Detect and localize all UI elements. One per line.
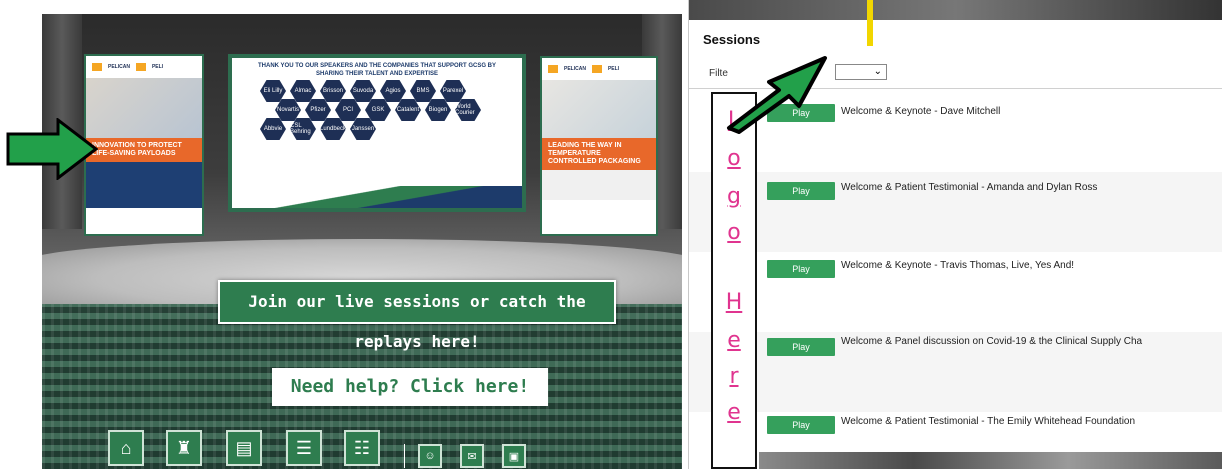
sponsor-hex: Biogen — [425, 99, 451, 121]
panel-top-strip — [689, 0, 1222, 20]
logo-letter: e — [727, 328, 741, 353]
sponsor-hex: CSL Behring — [290, 118, 316, 140]
sponsor-screen-content: THANK YOU TO OUR SPEAKERS AND THE COMPAN… — [232, 58, 522, 208]
people-icon[interactable]: ☺ — [418, 444, 442, 468]
sponsor-hex: Lundbeck — [320, 118, 346, 140]
bottom-nav-bar: ⌂ ♜ ▤ ☰ ☷ ☺ ✉ ▣ — [108, 430, 668, 469]
logo-letter: o — [727, 146, 741, 171]
peli-logo-icon — [591, 65, 602, 73]
session-title: Welcome & Panel discussion on Covid-19 &… — [841, 336, 1143, 347]
sponsor-hex: Brisson — [320, 80, 346, 102]
session-row: Play Welcome & Panel discussion on Covid… — [689, 332, 1222, 412]
sponsor-hex: Suvoda — [350, 80, 376, 102]
auditorium-icon[interactable]: ♜ — [166, 430, 202, 466]
sponsor-hex: BMS — [410, 80, 436, 102]
pelican-logo-icon — [548, 65, 558, 73]
yellow-marker — [867, 0, 873, 46]
session-title: Welcome & Patient Testimonial - The Emil… — [841, 416, 1136, 427]
chevron-down-icon: ⌄ — [873, 66, 882, 77]
sessions-panel: Sessions Filte ⌄ Play Welcome & Keynote … — [688, 0, 1222, 469]
play-button[interactable]: Play — [767, 182, 835, 200]
banner-product-boxes — [542, 170, 656, 200]
sponsor-hex: Novartis — [275, 99, 301, 121]
green-arrow-right-icon — [727, 56, 827, 134]
session-row: Play Welcome & Patient Testimonial - The… — [689, 412, 1222, 452]
peli-logo-icon — [135, 63, 146, 71]
library-icon[interactable]: ☰ — [286, 430, 322, 466]
sponsor-hex: Janssen — [350, 118, 376, 140]
panel-bottom-strip — [759, 452, 1222, 469]
play-button[interactable]: Play — [767, 416, 835, 434]
sponsor-hex: Agios — [380, 80, 406, 102]
sponsor-hex: Abbvie — [260, 118, 286, 140]
session-row: Play Welcome & Keynote - Travis Thomas, … — [689, 252, 1222, 332]
banner-brand-1: PELICAN — [564, 66, 586, 72]
pelican-logo-icon — [92, 63, 102, 71]
banner-brand-2: PELI — [151, 64, 164, 70]
sponsor-hex: GSK — [365, 99, 391, 121]
sponsor-hex: Pfizer — [305, 99, 331, 121]
sponsor-hex: Parexel — [440, 80, 466, 102]
logo-letter: r — [729, 364, 739, 389]
sponsor-hex: Eli Lilly — [260, 80, 286, 102]
sessions-title: Sessions — [703, 32, 761, 47]
logo-letter: e — [727, 400, 741, 425]
briefcase-icon[interactable]: ▣ — [502, 444, 526, 468]
exhibit-icon[interactable]: ▤ — [226, 430, 262, 466]
networking-icon[interactable]: ☷ — [344, 430, 380, 466]
banner-tagline: LEADING THE WAY IN TEMPERATURE CONTROLLE… — [542, 138, 656, 170]
left-sponsor-banner[interactable]: PELICAN PELI INNOVATION TO PROTECT LIFE-… — [84, 54, 204, 236]
play-button[interactable]: Play — [767, 338, 835, 356]
banner-brand-1: PELICAN — [108, 64, 130, 70]
banner-brand-2: PELI — [607, 66, 620, 72]
right-sponsor-banner[interactable]: PELICAN PELI LEADING THE WAY IN TEMPERAT… — [540, 56, 658, 236]
session-title: Welcome & Keynote - Travis Thomas, Live,… — [841, 260, 1075, 271]
logo-placeholder: L o g o H e r e — [711, 92, 757, 469]
banner-photo — [86, 78, 202, 138]
home-icon[interactable]: ⌂ — [108, 430, 144, 466]
sponsor-hex: World Courier — [455, 99, 481, 121]
banner-tagline: INNOVATION TO PROTECT LIFE-SAVING PAYLOA… — [86, 138, 202, 162]
sponsor-hex: Almac — [290, 80, 316, 102]
filter-dropdown[interactable]: ⌄ — [835, 64, 887, 80]
logo-letter: H — [725, 290, 743, 315]
session-title: Welcome & Keynote - Dave Mitchell — [841, 106, 1001, 117]
play-button[interactable]: Play — [767, 260, 835, 278]
need-help-button[interactable]: Need help? Click here! — [272, 368, 548, 406]
nav-separator — [404, 444, 405, 468]
sponsor-hex: Catalent — [395, 99, 421, 121]
session-row: Play Welcome & Patient Testimonial - Ama… — [689, 172, 1222, 252]
banner-footer — [86, 162, 202, 208]
banner-logos: PELICAN PELI — [542, 58, 656, 80]
live-sessions-button[interactable]: Join our live sessions or catch the repl… — [218, 280, 616, 351]
virtual-auditorium: THANK YOU TO OUR SPEAKERS AND THE COMPAN… — [42, 14, 682, 469]
sponsor-screen-heading: THANK YOU TO OUR SPEAKERS AND THE COMPAN… — [257, 63, 497, 77]
sponsor-screen: THANK YOU TO OUR SPEAKERS AND THE COMPAN… — [228, 54, 526, 212]
screen-wave — [232, 186, 522, 208]
chat-icon[interactable]: ✉ — [460, 444, 484, 468]
banner-logos: PELICAN PELI — [86, 56, 202, 78]
logo-letter: o — [727, 220, 741, 245]
logo-letter: g — [727, 184, 741, 209]
green-arrow-left-icon — [6, 118, 98, 180]
sponsor-hex: PCI — [335, 99, 361, 121]
session-title: Welcome & Patient Testimonial - Amanda a… — [841, 182, 1098, 193]
banner-photo — [542, 80, 656, 138]
